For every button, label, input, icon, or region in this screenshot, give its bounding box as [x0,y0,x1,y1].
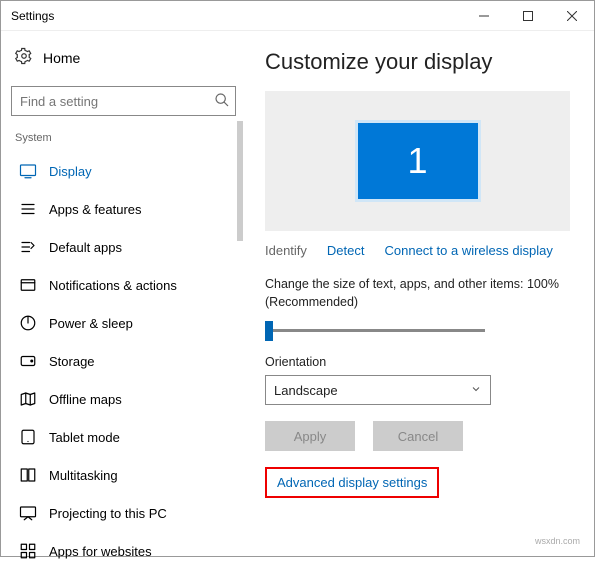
projecting-icon [19,504,37,522]
detect-button[interactable]: Detect [327,243,365,258]
sidebar-item-multitasking[interactable]: Multitasking [11,456,236,494]
defaultapps-icon [19,238,37,256]
display-preview: 1 [265,91,570,231]
title-bar: Settings [1,1,594,31]
power-icon [19,314,37,332]
sidebar-item-label: Display [49,164,92,179]
multitasking-icon [19,466,37,484]
close-button[interactable] [550,1,594,31]
slider-track [265,329,485,332]
gear-icon [15,47,33,68]
window-controls [462,1,594,31]
appsweb-icon [19,542,37,560]
orientation-select[interactable]: Landscape [265,375,491,405]
maximize-button[interactable] [506,1,550,31]
minimize-icon [479,11,489,21]
section-heading: System [15,132,236,144]
scale-slider[interactable] [265,321,485,341]
apps-icon [19,200,37,218]
sidebar-item-tabletmode[interactable]: Tablet mode [11,418,236,456]
advanced-display-settings-label: Advanced display settings [277,475,427,490]
sidebar-item-apps[interactable]: Apps & features [11,190,236,228]
sidebar-item-label: Storage [49,354,95,369]
sidebar: Home System Display Apps & features Defaul… [1,31,241,556]
sidebar-item-display[interactable]: Display [11,152,236,190]
orientation-value: Landscape [274,383,338,398]
home-label: Home [43,50,80,66]
chevron-down-icon [470,383,482,398]
sidebar-item-storage[interactable]: Storage [11,342,236,380]
storage-icon [19,352,37,370]
sidebar-scrollbar[interactable] [237,121,243,241]
tabletmode-icon [19,428,37,446]
sidebar-item-label: Apps & features [49,202,142,217]
nav-list: Display Apps & features Default apps Notifi… [11,152,236,570]
window-title: Settings [11,9,54,23]
connect-wireless-link[interactable]: Connect to a wireless display [385,243,553,258]
sidebar-item-defaultapps[interactable]: Default apps [11,228,236,266]
watermark: wsxdn.com [535,536,580,546]
display-action-row: Identify Detect Connect to a wireless di… [265,243,570,258]
sidebar-item-label: Power & sleep [49,316,133,331]
display-icon [19,162,37,180]
search-input[interactable] [11,86,236,116]
sidebar-item-offlinemaps[interactable]: Offline maps [11,380,236,418]
sidebar-item-label: Offline maps [49,392,122,407]
maximize-icon [523,11,533,21]
apply-button[interactable]: Apply [265,421,355,451]
sidebar-item-label: Tablet mode [49,430,120,445]
identify-button[interactable]: Identify [265,243,307,258]
sidebar-item-label: Notifications & actions [49,278,177,293]
notifications-icon [19,276,37,294]
sidebar-item-label: Projecting to this PC [49,506,167,521]
scale-label: Change the size of text, apps, and other… [265,276,570,311]
orientation-label: Orientation [265,355,570,369]
sidebar-item-label: Default apps [49,240,122,255]
monitor-number: 1 [407,140,427,182]
main-panel: Customize your display 1 Identify Detect… [241,31,594,556]
sidebar-item-power[interactable]: Power & sleep [11,304,236,342]
sidebar-item-projecting[interactable]: Projecting to this PC [11,494,236,532]
advanced-display-settings-link[interactable]: Advanced display settings [265,467,439,498]
home-button[interactable]: Home [11,41,236,74]
sidebar-item-notifications[interactable]: Notifications & actions [11,266,236,304]
apply-cancel-row: Apply Cancel [265,421,570,451]
search-field-wrap [11,86,236,116]
sidebar-item-label: Apps for websites [49,544,152,559]
page-title: Customize your display [265,49,570,75]
slider-thumb[interactable] [265,321,273,341]
offlinemaps-icon [19,390,37,408]
search-icon [214,92,230,111]
sidebar-item-appsweb[interactable]: Apps for websites [11,532,236,570]
sidebar-item-label: Multitasking [49,468,118,483]
close-icon [567,11,577,21]
minimize-button[interactable] [462,1,506,31]
monitor-tile-1[interactable]: 1 [358,123,478,199]
cancel-button[interactable]: Cancel [373,421,463,451]
